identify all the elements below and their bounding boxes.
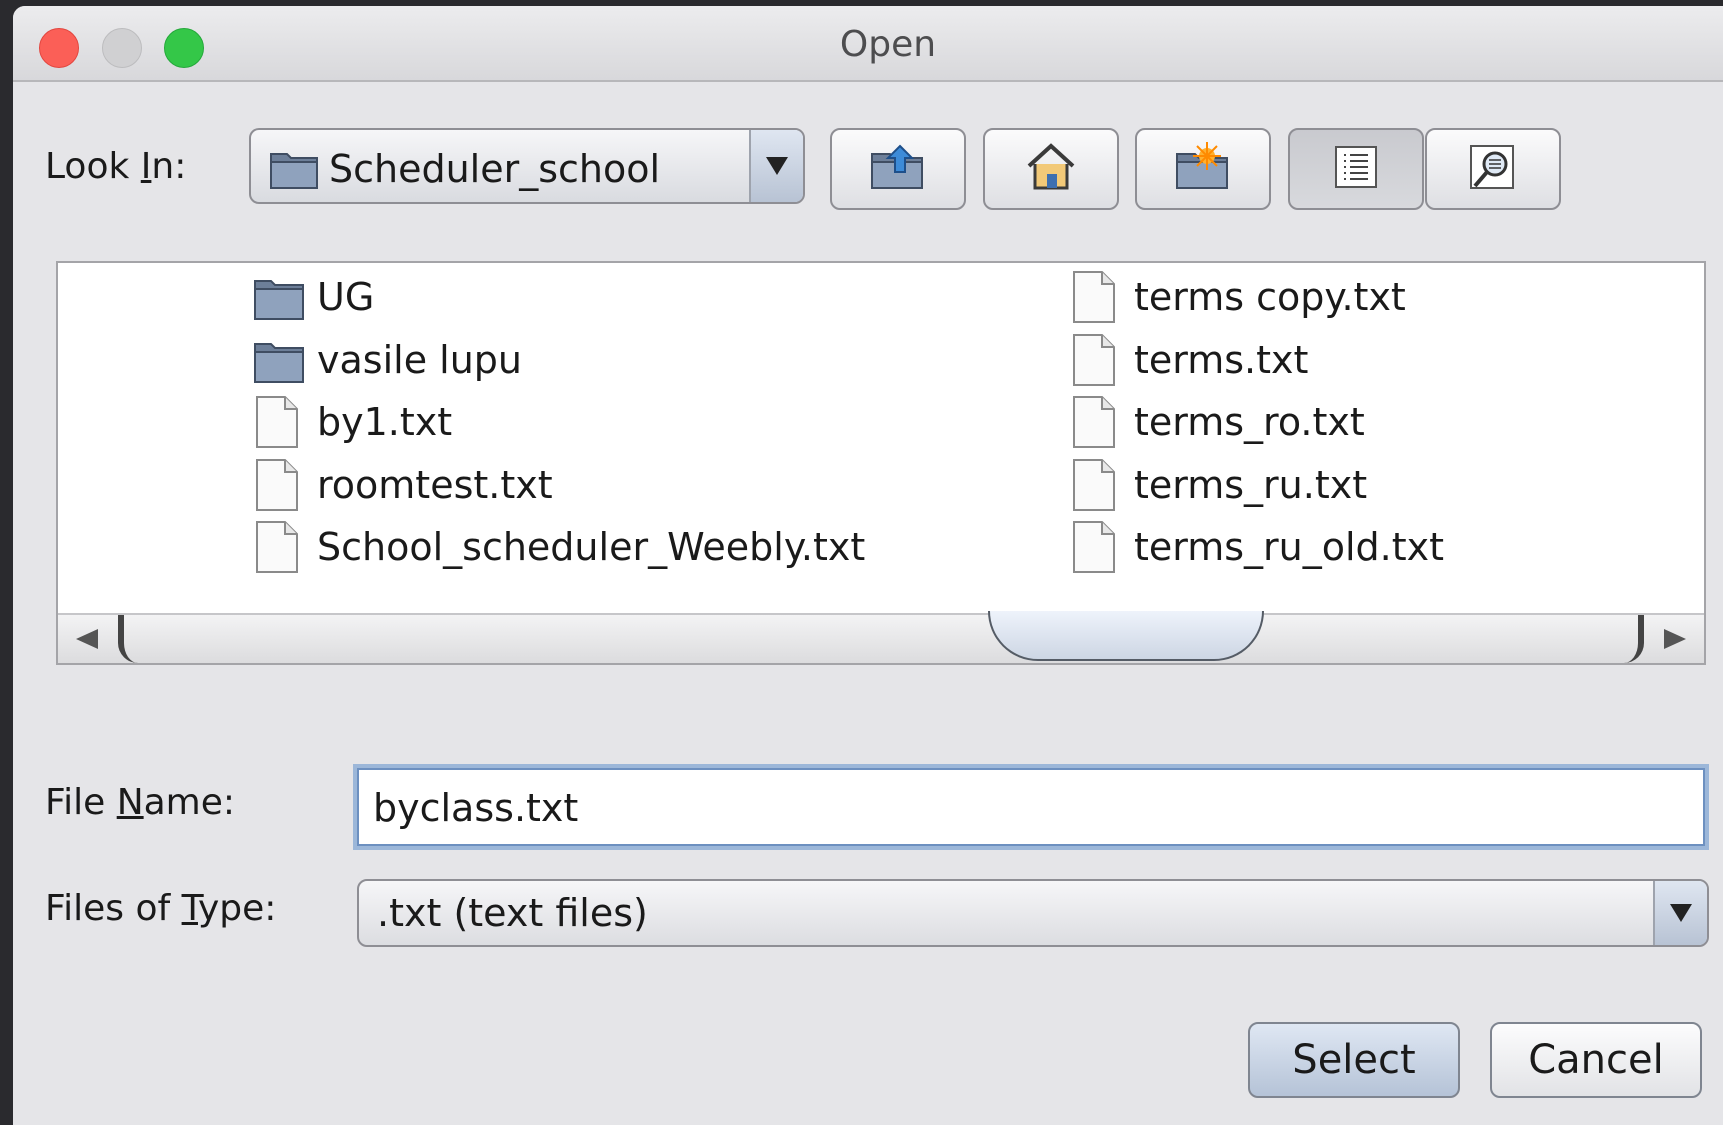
list-item-name: roomtest.txt bbox=[317, 462, 553, 507]
file-icon bbox=[253, 458, 305, 511]
file-icon bbox=[253, 521, 305, 573]
look-in-combobox[interactable]: Scheduler_school bbox=[249, 128, 805, 204]
file-list[interactable]: UG vasile lupu by1.txt roomtest.txt School_s… bbox=[56, 261, 1706, 665]
list-item-name: terms.txt bbox=[1134, 337, 1309, 382]
file-icon bbox=[1070, 271, 1122, 323]
scroll-thumb[interactable] bbox=[988, 611, 1264, 661]
title-bar[interactable]: Open bbox=[13, 6, 1723, 82]
file-icon bbox=[253, 396, 305, 448]
folder-icon bbox=[253, 271, 305, 323]
files-of-type-value: .txt (text files) bbox=[377, 891, 648, 935]
select-button[interactable]: Select bbox=[1248, 1022, 1460, 1098]
list-item[interactable]: roomtest.txt bbox=[253, 455, 553, 515]
open-dialog: Open Look In: Scheduler_school UG vasile… bbox=[13, 6, 1723, 1125]
file-icon bbox=[1070, 521, 1122, 573]
folder-icon bbox=[253, 334, 305, 386]
home-icon bbox=[1023, 142, 1079, 196]
look-in-dropdown-arrow[interactable] bbox=[749, 130, 803, 202]
home-button[interactable] bbox=[983, 128, 1119, 210]
list-item-name: School_scheduler_Weebly.txt bbox=[317, 525, 866, 569]
list-item[interactable]: terms_ro.txt bbox=[1070, 392, 1365, 452]
list-item[interactable]: School_scheduler_Weebly.txt bbox=[253, 517, 865, 577]
list-item[interactable]: by1.txt bbox=[253, 392, 452, 452]
cancel-button[interactable]: Cancel bbox=[1490, 1022, 1702, 1098]
list-item-name: vasile lupu bbox=[317, 337, 522, 382]
list-item-name: terms_ro.txt bbox=[1134, 400, 1365, 444]
scroll-track[interactable] bbox=[118, 615, 1644, 663]
look-in-label: Look In: bbox=[45, 146, 187, 187]
file-icon bbox=[1070, 333, 1122, 386]
chevron-down-icon bbox=[766, 157, 788, 175]
list-item[interactable]: terms copy.txt bbox=[1070, 267, 1406, 327]
list-item-name: terms_ru_old.txt bbox=[1134, 525, 1445, 569]
list-item-name: by1.txt bbox=[317, 400, 453, 444]
file-name-label: File Name: bbox=[45, 782, 236, 823]
up-folder-icon bbox=[868, 142, 928, 196]
list-item[interactable]: terms.txt bbox=[1070, 330, 1308, 390]
scroll-left-arrow-icon[interactable] bbox=[76, 629, 98, 649]
files-of-type-label: Files of Type: bbox=[45, 888, 277, 929]
look-in-value: Scheduler_school bbox=[329, 147, 661, 191]
list-item-name: terms copy.txt bbox=[1134, 275, 1406, 319]
file-name-input[interactable]: byclass.txt bbox=[353, 764, 1709, 850]
files-of-type-combobox[interactable]: .txt (text files) bbox=[357, 879, 1709, 947]
list-item[interactable]: vasile lupu bbox=[253, 330, 522, 390]
window-title: Open bbox=[839, 24, 937, 65]
details-view-button[interactable] bbox=[1425, 128, 1561, 210]
create-new-folder-button[interactable] bbox=[1135, 128, 1271, 210]
files-of-type-dropdown-arrow[interactable] bbox=[1653, 881, 1707, 945]
new-folder-icon bbox=[1173, 142, 1233, 196]
chevron-down-icon bbox=[1670, 904, 1692, 922]
list-item[interactable]: terms_ru.txt bbox=[1070, 455, 1367, 515]
list-item[interactable]: UG bbox=[253, 267, 374, 327]
list-item[interactable]: terms_ru_old.txt bbox=[1070, 517, 1444, 577]
file-icon bbox=[1070, 458, 1122, 511]
up-one-level-button[interactable] bbox=[830, 128, 966, 210]
scroll-right-arrow-icon[interactable] bbox=[1664, 629, 1686, 649]
list-item-name: UG bbox=[317, 275, 375, 319]
folder-icon bbox=[269, 146, 319, 194]
horizontal-scrollbar[interactable] bbox=[58, 611, 1704, 663]
details-view-icon bbox=[1467, 142, 1519, 196]
list-view-button[interactable] bbox=[1288, 128, 1424, 210]
list-item-name: terms_ru.txt bbox=[1134, 462, 1368, 507]
list-view-icon bbox=[1332, 143, 1380, 195]
file-icon bbox=[1070, 396, 1122, 448]
